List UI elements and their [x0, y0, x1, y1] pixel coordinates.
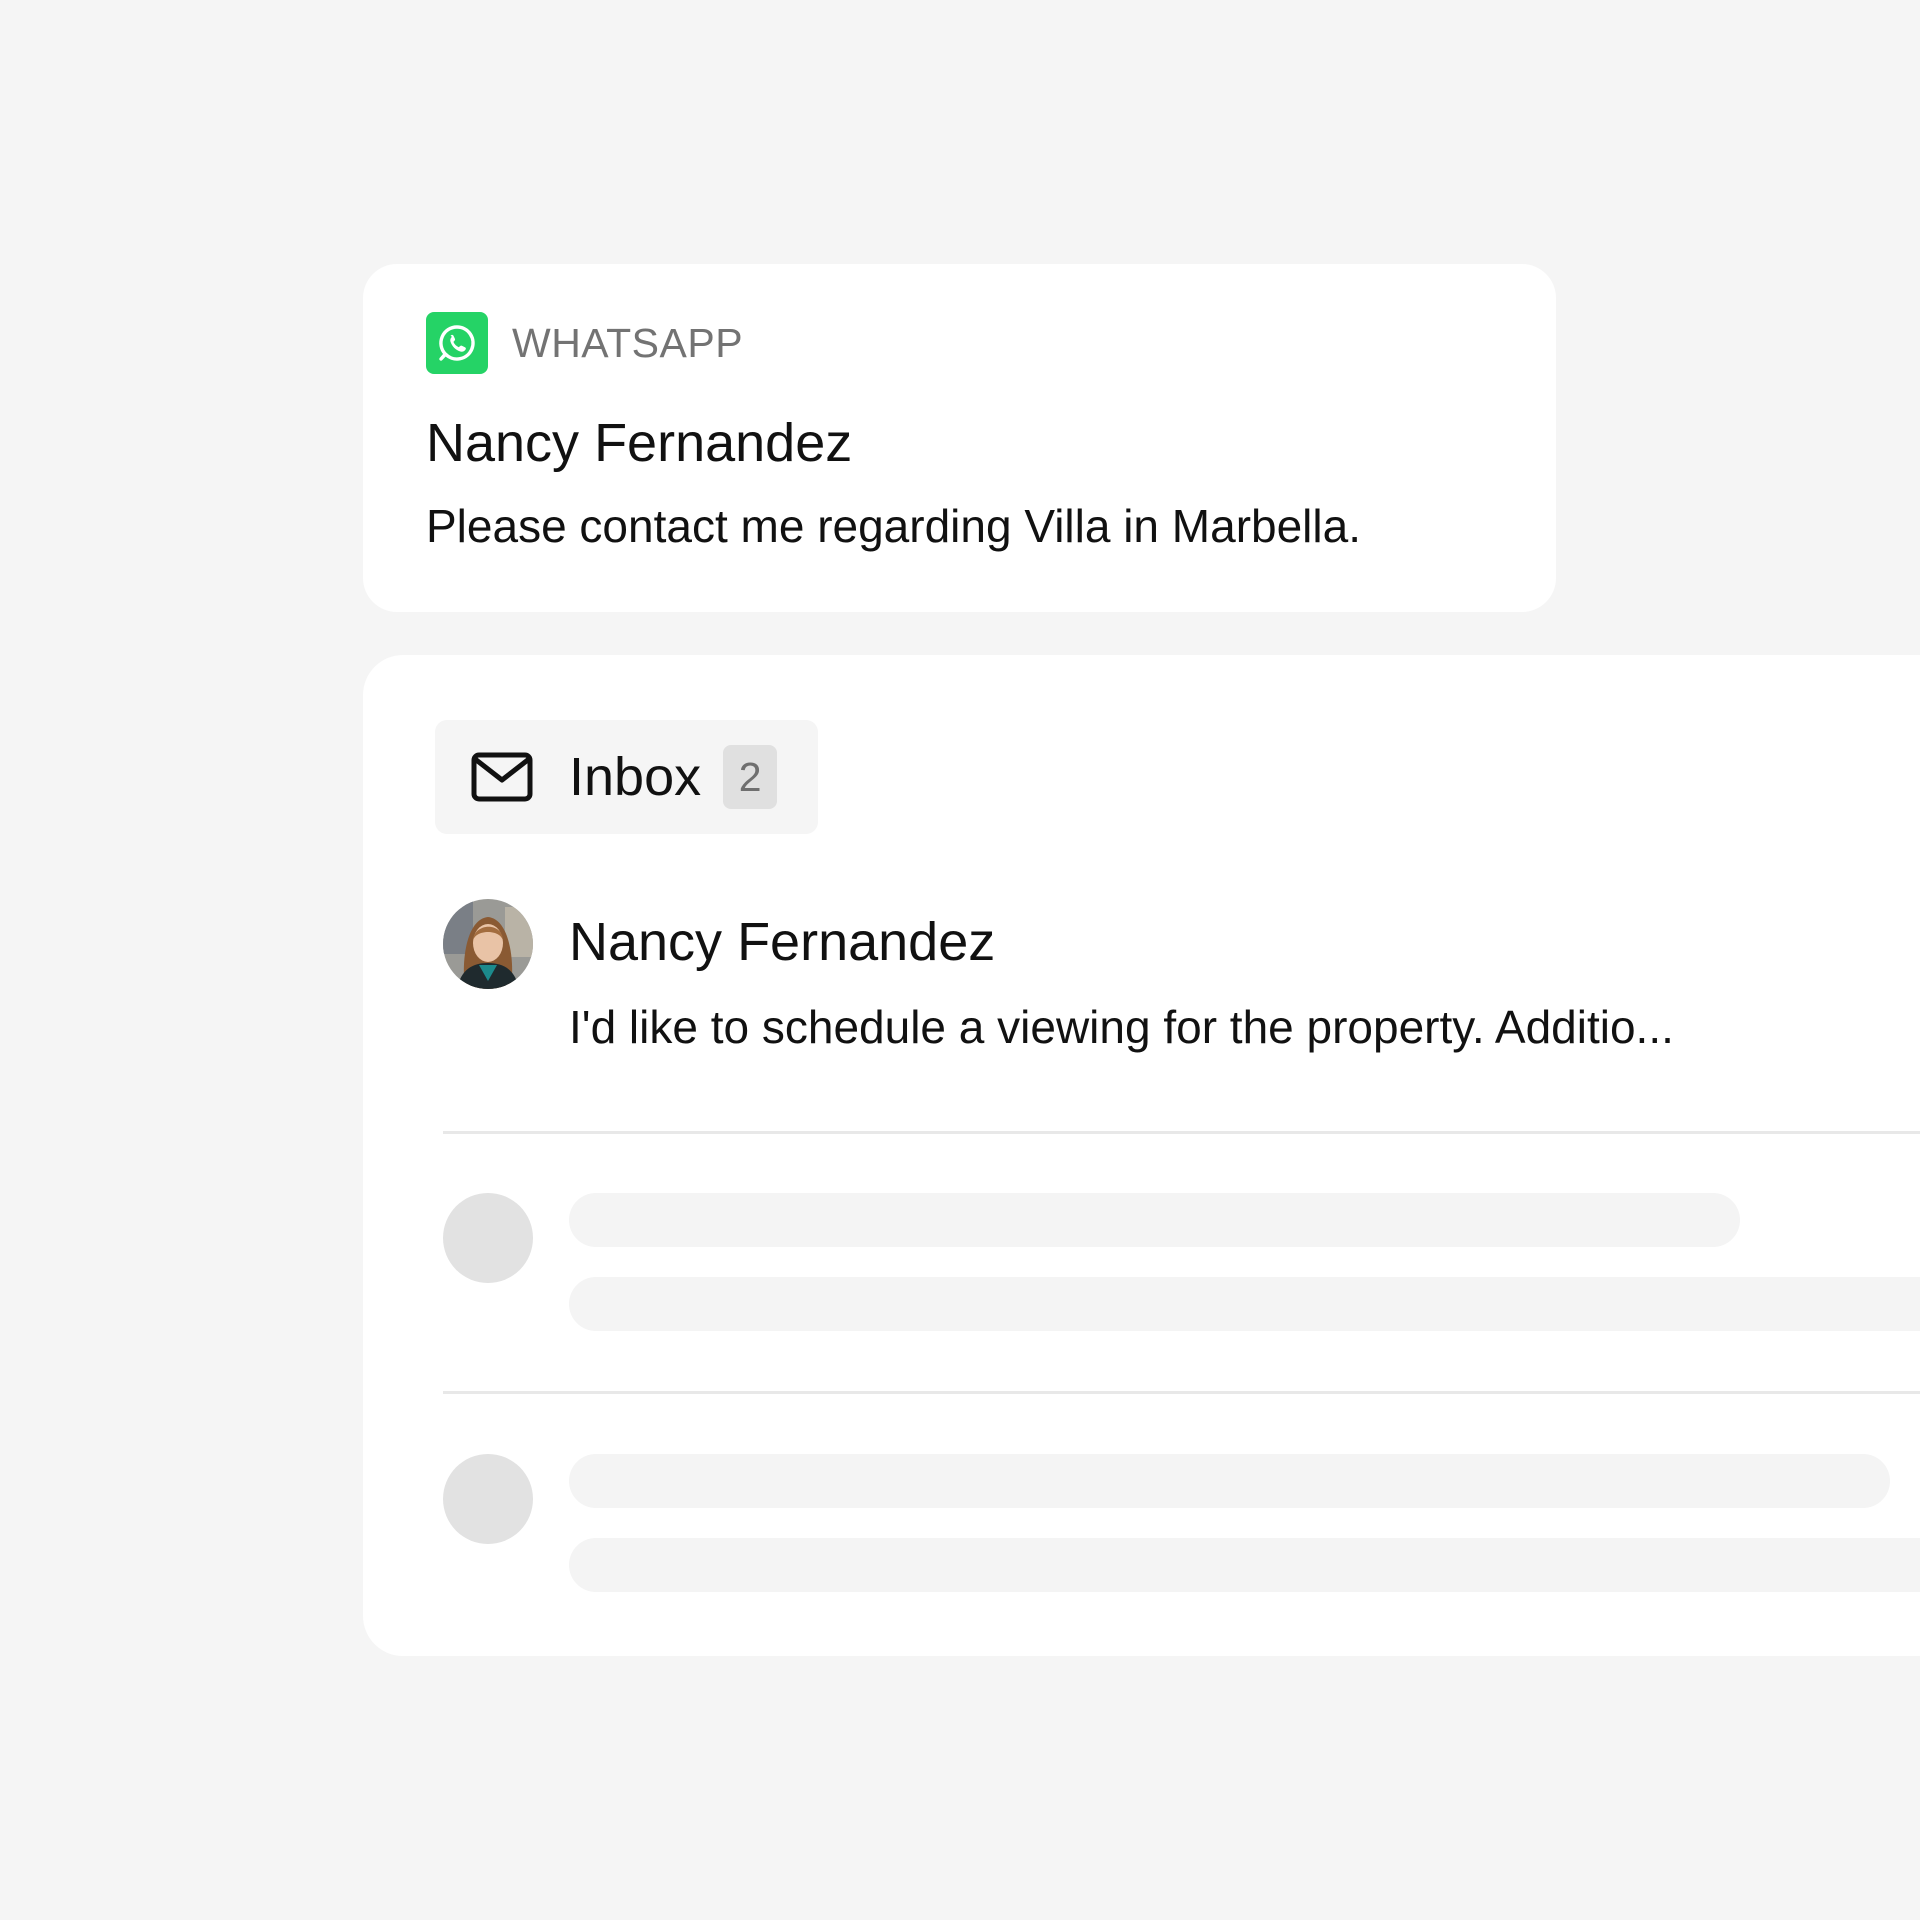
- notification-sender: Nancy Fernandez: [426, 413, 853, 473]
- loading-placeholder-row: [443, 1454, 1920, 1594]
- skeleton-avatar: [443, 1193, 533, 1283]
- inbox-label: Inbox: [569, 747, 702, 807]
- whatsapp-icon: [426, 312, 488, 374]
- notification-source: WHATSAPP: [426, 312, 743, 374]
- list-divider: [443, 1391, 1920, 1394]
- unread-count-badge: 2: [723, 745, 778, 809]
- skeleton-line: [569, 1277, 1920, 1331]
- notification-message: Please contact me regarding Villa in Mar…: [426, 500, 1361, 552]
- skeleton-line: [569, 1538, 1920, 1592]
- inbox-message-row[interactable]: Nancy Fernandez I'd like to schedule a v…: [443, 899, 1920, 1053]
- sender-avatar: [443, 899, 533, 989]
- list-divider: [443, 1131, 1920, 1134]
- whatsapp-notification-card[interactable]: WHATSAPP Nancy Fernandez Please contact …: [363, 264, 1556, 612]
- skeleton-line: [569, 1454, 1890, 1508]
- inbox-panel: Inbox 2 Nancy Fernandez I'd like to sche…: [363, 655, 1920, 1656]
- inbox-tab[interactable]: Inbox 2: [435, 720, 818, 834]
- loading-placeholder-row: [443, 1193, 1920, 1333]
- notification-source-label: WHATSAPP: [512, 320, 744, 366]
- message-preview: I'd like to schedule a viewing for the p…: [569, 1001, 1674, 1053]
- message-sender: Nancy Fernandez: [569, 912, 996, 972]
- mail-icon: [471, 752, 533, 802]
- skeleton-line: [569, 1193, 1740, 1247]
- skeleton-avatar: [443, 1454, 533, 1544]
